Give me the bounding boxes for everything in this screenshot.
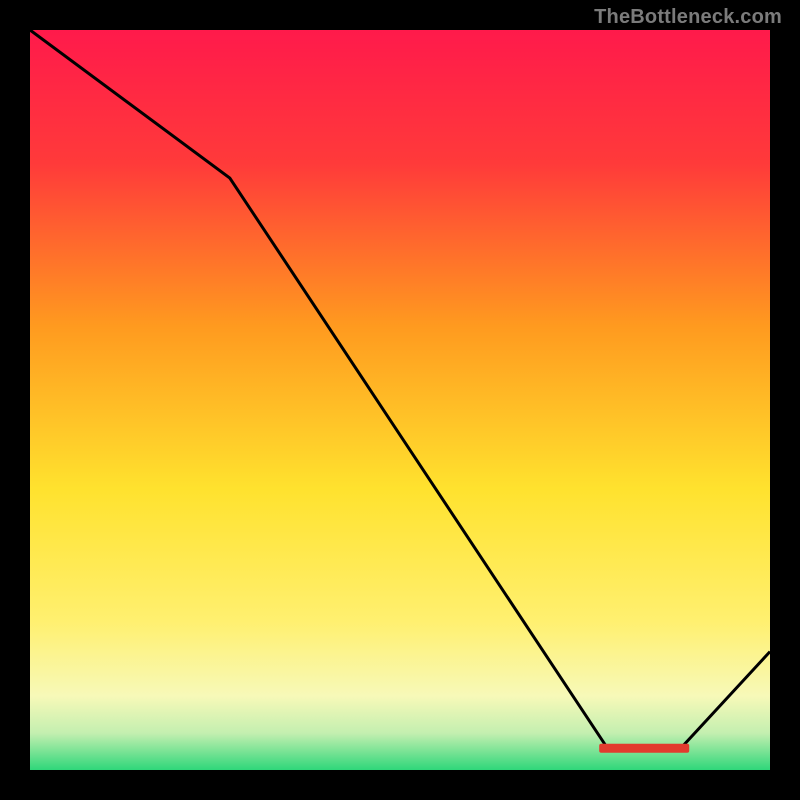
plot-background <box>30 30 770 770</box>
bottleneck-chart <box>0 0 800 800</box>
optimal-marker <box>599 744 689 753</box>
optimal-range-marker <box>599 744 689 753</box>
chart-frame: TheBottleneck.com <box>0 0 800 800</box>
